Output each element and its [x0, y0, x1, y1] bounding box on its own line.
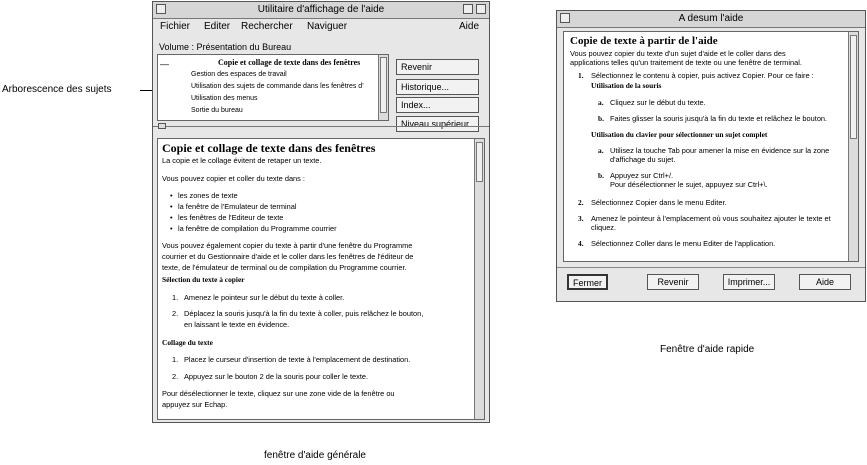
- topic-item[interactable]: Utilisation des menus: [191, 95, 258, 102]
- maximize-icon[interactable]: [476, 4, 486, 14]
- quick-scroll-thumb[interactable]: [850, 35, 857, 139]
- menu-fichier[interactable]: Fichier: [160, 21, 190, 32]
- menu-naviguer[interactable]: Naviguer: [307, 21, 347, 32]
- menu-editer[interactable]: Editer: [204, 21, 230, 32]
- quick-content-scrollbar[interactable]: [848, 32, 858, 261]
- help-button[interactable]: Aide: [799, 274, 851, 290]
- step-number: 3.: [578, 214, 584, 223]
- step-number: 2.: [172, 372, 179, 381]
- quick-help-content-pane: Copie de texte à partir de l'aide Vous p…: [563, 31, 859, 262]
- step-number: 4.: [578, 239, 584, 248]
- sub-step-letter: b.: [598, 114, 604, 123]
- quick-topic-title: Copie de texte à partir de l'aide: [570, 35, 718, 47]
- general-window-titlebar[interactable]: Utilitaire d'affichage de l'aide: [153, 2, 489, 19]
- content-paragraph-line: Vous pouvez également copier du texte à …: [162, 241, 413, 250]
- sub-step-letter: b.: [598, 171, 604, 180]
- bullet-item: la fenêtre de compilation du Programme c…: [178, 224, 337, 233]
- button-area-divider: [557, 267, 865, 268]
- back-button[interactable]: Revenir: [647, 274, 699, 290]
- step-text: Sélectionnez le contenu à copier, puis a…: [591, 71, 814, 80]
- step-text: Placez le curseur d'insertion de texte à…: [184, 355, 411, 364]
- step-number: 2.: [172, 309, 179, 318]
- step-text: Amenez le pointeur sur le début du texte…: [184, 293, 345, 302]
- index-button[interactable]: Index...: [396, 97, 479, 113]
- sub-step-letter: a.: [598, 98, 604, 107]
- menu-rechercher[interactable]: Rechercher: [241, 21, 293, 32]
- step-text: Amenez le pointeur à l'emplacement où vo…: [591, 214, 831, 223]
- content-paragraph-line: courrier et du Gestionnaire d'aide et le…: [162, 252, 414, 261]
- help-content-pane: Copie et collage de texte dans des fenêt…: [157, 138, 485, 420]
- minimize-icon[interactable]: [463, 4, 473, 14]
- content-intro: La copie et le collage évitent de retape…: [162, 156, 322, 165]
- menu-aide[interactable]: Aide: [459, 21, 479, 32]
- step-number: 2.: [578, 198, 584, 207]
- bullet-icon: •: [170, 224, 173, 233]
- step-text: Sélectionnez Copier dans le menu Editer.: [591, 198, 727, 207]
- sub-step-text: Appuyez sur Ctrl+/.: [610, 171, 674, 180]
- content-scroll-thumb[interactable]: [476, 142, 483, 182]
- general-help-window: Utilitaire d'affichage de l'aide Fichier…: [152, 1, 490, 423]
- topic-tree[interactable]: — Copie et collage de texte dans des fen…: [157, 54, 389, 121]
- bullet-icon: •: [170, 202, 173, 211]
- bullet-item: la fenêtre de l'Emulateur de terminal: [178, 202, 297, 211]
- window-menu-icon[interactable]: [156, 4, 166, 14]
- current-topic-marker: —: [160, 59, 169, 69]
- step-text-continued: cliquez.: [591, 223, 617, 232]
- volume-label: Volume : Présentation du Bureau: [159, 42, 292, 52]
- step-text: Appuyez sur le bouton 2 de la souris pou…: [184, 372, 369, 381]
- caption-general-window: fenêtre d'aide générale: [264, 450, 366, 461]
- caption-quick-window: Fenêtre d'aide rapide: [660, 344, 755, 355]
- sub-step-text-continued: Pour désélectionner le sujet, appuyez su…: [610, 180, 768, 189]
- window-menu-icon[interactable]: [560, 13, 570, 23]
- topic-tree-scroll-thumb[interactable]: [380, 57, 387, 113]
- pane-divider[interactable]: [153, 126, 489, 127]
- quick-intro-line: applications telles qu'un traitement de …: [570, 58, 802, 67]
- close-button[interactable]: Fermer: [567, 274, 608, 290]
- quick-help-window: A desum l'aide Copie de texte à partir d…: [556, 10, 866, 302]
- caption-topic-tree: Arborescence des sujets: [2, 84, 112, 95]
- sub-step-text-continued: d'affichage du sujet.: [610, 155, 676, 164]
- step-text: Sélectionnez Coller dans le menu Editer …: [591, 239, 776, 248]
- sub-step-text: Utilisez la touche Tab pour amener la mi…: [610, 146, 830, 155]
- topic-tree-scrollbar[interactable]: [378, 55, 388, 120]
- quick-intro-line: Vous pouvez copier du texte d'un sujet d…: [570, 49, 786, 58]
- quick-window-title: A desum l'aide: [678, 13, 744, 24]
- step-text-continued: en laissant le texte en évidence.: [184, 320, 290, 329]
- topic-item[interactable]: Gestion des espaces de travail: [191, 71, 287, 78]
- sub-step-text: Faites glisser la souris jusqu'à la fin …: [610, 114, 828, 123]
- topic-title: Copie et collage de texte dans des fenêt…: [162, 141, 376, 155]
- sub-step-letter: a.: [598, 146, 604, 155]
- top-level-button[interactable]: Niveau supérieur: [396, 116, 479, 132]
- bullet-item: les zones de texte: [178, 191, 238, 200]
- mouse-heading: Utilisation de la souris: [591, 81, 662, 90]
- sub-step-text: Cliquez sur le début du texte.: [610, 98, 706, 107]
- content-paragraph-line: texte, de l'émulateur de terminal ou de …: [162, 263, 407, 272]
- step-number: 1.: [578, 71, 584, 80]
- bullet-icon: •: [170, 191, 173, 200]
- topic-item-selected[interactable]: Copie et collage de texte dans des fenêt…: [218, 58, 360, 67]
- content-footer-line: appuyez sur Echap.: [162, 400, 228, 409]
- general-window-title: Utilitaire d'affichage de l'aide: [257, 4, 385, 15]
- content-footer-line: Pour désélectionner le texte, cliquez su…: [162, 389, 395, 398]
- select-heading: Sélection du texte à copier: [162, 275, 245, 284]
- step-number: 1.: [172, 355, 179, 364]
- step-text: Déplacez la souris jusqu'à la fin du tex…: [184, 309, 424, 318]
- bullet-icon: •: [170, 213, 173, 222]
- back-button[interactable]: Revenir: [396, 59, 479, 75]
- content-can-copy: Vous pouvez copier et coller du texte da…: [162, 174, 305, 183]
- quick-window-titlebar[interactable]: A desum l'aide: [557, 11, 865, 28]
- paste-heading: Collage du texte: [162, 338, 213, 347]
- topic-item[interactable]: Sortie du bureau: [191, 107, 243, 114]
- bullet-item: les fenêtres de l'Editeur de texte: [178, 213, 284, 222]
- sash-handle-icon[interactable]: [158, 123, 166, 129]
- topic-item[interactable]: Utilisation des sujets de commande dans …: [191, 83, 364, 90]
- menubar: Fichier Editer Rechercher Naviguer Aide: [157, 20, 485, 34]
- print-button[interactable]: Imprimer...: [723, 274, 775, 290]
- keyboard-heading: Utilisation du clavier pour sélectionner…: [591, 130, 768, 139]
- content-scrollbar[interactable]: [474, 139, 484, 419]
- step-number: 1.: [172, 293, 179, 302]
- history-button[interactable]: Historique...: [396, 79, 479, 95]
